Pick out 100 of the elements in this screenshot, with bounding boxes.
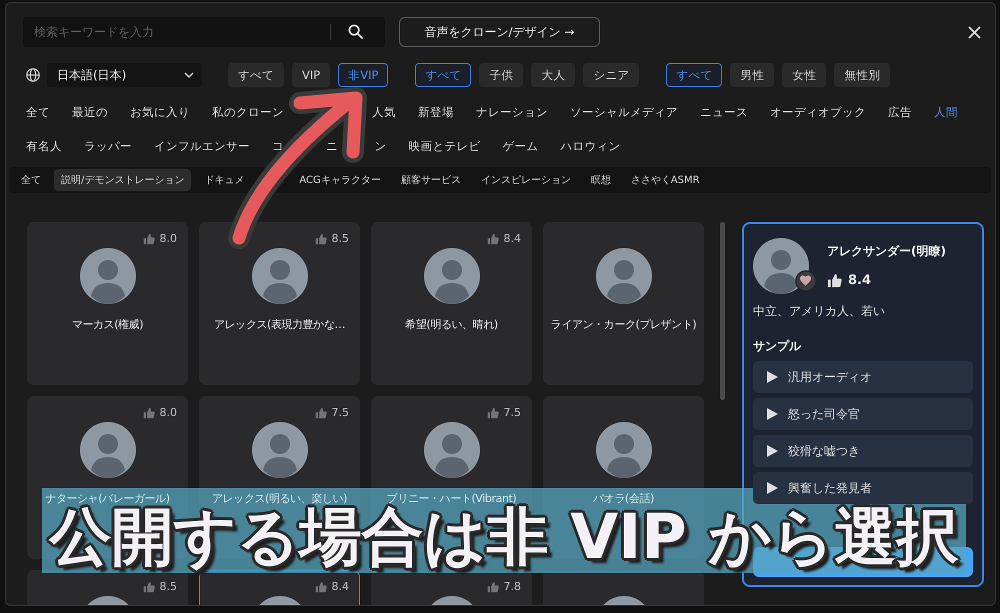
search-field[interactable]: 検索キーワードを入力 (23, 17, 385, 47)
category-tab[interactable]: コ (272, 138, 284, 154)
subcategory-tab[interactable]: 顧客サービス (394, 169, 468, 191)
category-tab[interactable]: 有名人 (26, 138, 62, 154)
avatar-placeholder (596, 422, 652, 478)
category-tab[interactable]: ン (374, 138, 386, 154)
avatar-placeholder (252, 422, 308, 478)
thumbs-up-icon (314, 232, 326, 244)
voice-card[interactable] (543, 570, 704, 605)
subcategory-tab[interactable]: ACGキャラクター (292, 169, 388, 191)
play-icon (767, 408, 778, 420)
avatar-placeholder (753, 238, 809, 294)
voice-card[interactable]: ライアン・カーク(プレザント) (543, 222, 704, 385)
rating-score: 8.4 (332, 580, 349, 593)
voice-name: ブリニー・ハート(Vibrant) (386, 491, 516, 506)
filter-chip[interactable]: 非VIP (338, 63, 388, 87)
category-tab[interactable]: ラッパー (84, 138, 132, 154)
thumbs-up-icon (314, 580, 326, 592)
voice-name: ライアン・カーク(プレザント) (550, 317, 696, 332)
rating-score: 7.5 (332, 406, 349, 419)
subcategory-tab[interactable]: インスピレーション (474, 169, 578, 191)
rating-score: 8.4 (504, 232, 521, 245)
thumbs-up-icon (486, 580, 498, 592)
rating-score: 8.0 (160, 406, 177, 419)
rating-score: 7.8 (504, 580, 521, 593)
avatar-placeholder (424, 422, 480, 478)
avatar-placeholder (424, 248, 480, 304)
category-tab[interactable]: 映画とテレビ (408, 138, 480, 154)
category-tab[interactable]: 新登場 (418, 104, 454, 120)
rating-score: 7.5 (504, 406, 521, 419)
chevron-down-icon (184, 72, 194, 78)
filter-chip[interactable]: 男性 (730, 63, 774, 87)
filter-chip[interactable]: すべて (415, 63, 472, 87)
voice-name: ナターシャ(バレーガール) (45, 491, 170, 506)
voice-name: アレックス(表現力豊かな… (214, 317, 346, 332)
category-tab[interactable]: インフルエンサー (154, 138, 250, 154)
voice-name: マーカス(権威) (72, 317, 144, 332)
close-icon[interactable] (968, 26, 981, 38)
section-heading: サンプル (753, 338, 802, 355)
voice-name: アレックス(明るい、楽しい) (212, 491, 347, 506)
thumbs-up-icon (486, 406, 498, 418)
subcategory-tab[interactable]: 瞑想 (584, 169, 618, 191)
filter-chip[interactable]: シニア (583, 63, 640, 87)
category-tab[interactable]: ゲーム (502, 138, 538, 154)
play-icon (767, 482, 778, 494)
avatar-placeholder (80, 248, 136, 304)
category-tab[interactable]: お気に入り (130, 104, 190, 120)
thumbs-up-icon (827, 273, 842, 288)
filter-chip[interactable]: 女性 (782, 63, 826, 87)
language-dropdown[interactable]: 日本語(日本) (47, 63, 202, 87)
category-tab[interactable]: 最近の (72, 104, 108, 120)
category-tab[interactable]: ソーシャルメディア (570, 104, 678, 120)
play-icon (767, 445, 778, 457)
category-tab[interactable]: 広告 (888, 104, 912, 120)
thumbs-up-icon (142, 580, 154, 592)
subcategory-tab[interactable]: 全て (14, 169, 48, 191)
category-tab[interactable]: ナレーション (476, 104, 548, 120)
category-tab[interactable]: 人気 (372, 104, 396, 120)
clone-voice-button[interactable]: 音声をクローン/デザイン → (399, 17, 600, 47)
thumbs-up-icon (142, 232, 154, 244)
voice-name: アレクサンダー(明瞭) (827, 243, 946, 260)
rating-score: 8.5 (332, 232, 349, 245)
search-icon[interactable] (348, 24, 363, 39)
thumbs-up-icon (486, 232, 498, 244)
sample-item[interactable]: 興奮した発見者 (753, 472, 973, 504)
rating-score: 8.5 (160, 580, 177, 593)
thumbs-up-icon (314, 406, 326, 418)
globe-icon (26, 68, 40, 82)
category-tab[interactable]: 私のクローン (212, 104, 284, 120)
sample-item[interactable]: 怒った司令官 (753, 398, 973, 430)
voice-card[interactable]: 8.5 (27, 570, 188, 605)
filter-chip[interactable]: 大人 (531, 63, 576, 87)
voice-card[interactable]: 8.5 アレックス(表現力豊かな… (199, 222, 360, 385)
filter-chip[interactable]: 無性別 (834, 63, 890, 87)
filter-chip[interactable]: VIP (292, 63, 330, 87)
category-tab[interactable]: 全て (26, 104, 50, 120)
filter-chip[interactable]: 子供 (479, 63, 524, 87)
avatar-placeholder (596, 248, 652, 304)
category-tab[interactable]: ハロウィン (560, 138, 620, 154)
sample-item[interactable]: 汎用オーディオ (753, 361, 973, 393)
voice-card[interactable]: 8.4 (199, 570, 360, 605)
voice-card[interactable]: 8.0 マーカス(権威) (27, 222, 188, 385)
thumbs-up-icon (142, 406, 154, 418)
subcategory-tab[interactable]: ドキュメ (204, 173, 244, 187)
filter-chip[interactable]: すべて (666, 63, 722, 87)
voice-name: パオラ(会話) (593, 491, 654, 506)
category-tab[interactable]: ニ (326, 138, 338, 154)
subcategory-tab[interactable]: 説明/デモンストレーション (54, 169, 192, 191)
category-tab[interactable]: 人間 (934, 104, 958, 120)
category-tab[interactable]: オーディオブック (770, 104, 866, 120)
voice-description: 中立、アメリカ人、若い (753, 303, 886, 320)
scrollbar-thumb[interactable] (720, 222, 725, 400)
voice-card[interactable]: 7.8 (371, 570, 532, 605)
sample-item[interactable]: 狡猾な嘘つき (753, 435, 973, 467)
subcategory-tab[interactable]: ささやくASMR (624, 169, 707, 191)
voice-card[interactable]: 8.4 希望(明るい、晴れ) (371, 222, 532, 385)
category-tab[interactable]: ニュース (700, 104, 748, 120)
filter-chip[interactable]: すべて (228, 63, 284, 87)
rating-score: 8.4 (848, 273, 872, 288)
voice-name: 希望(明るい、晴れ) (405, 317, 498, 332)
